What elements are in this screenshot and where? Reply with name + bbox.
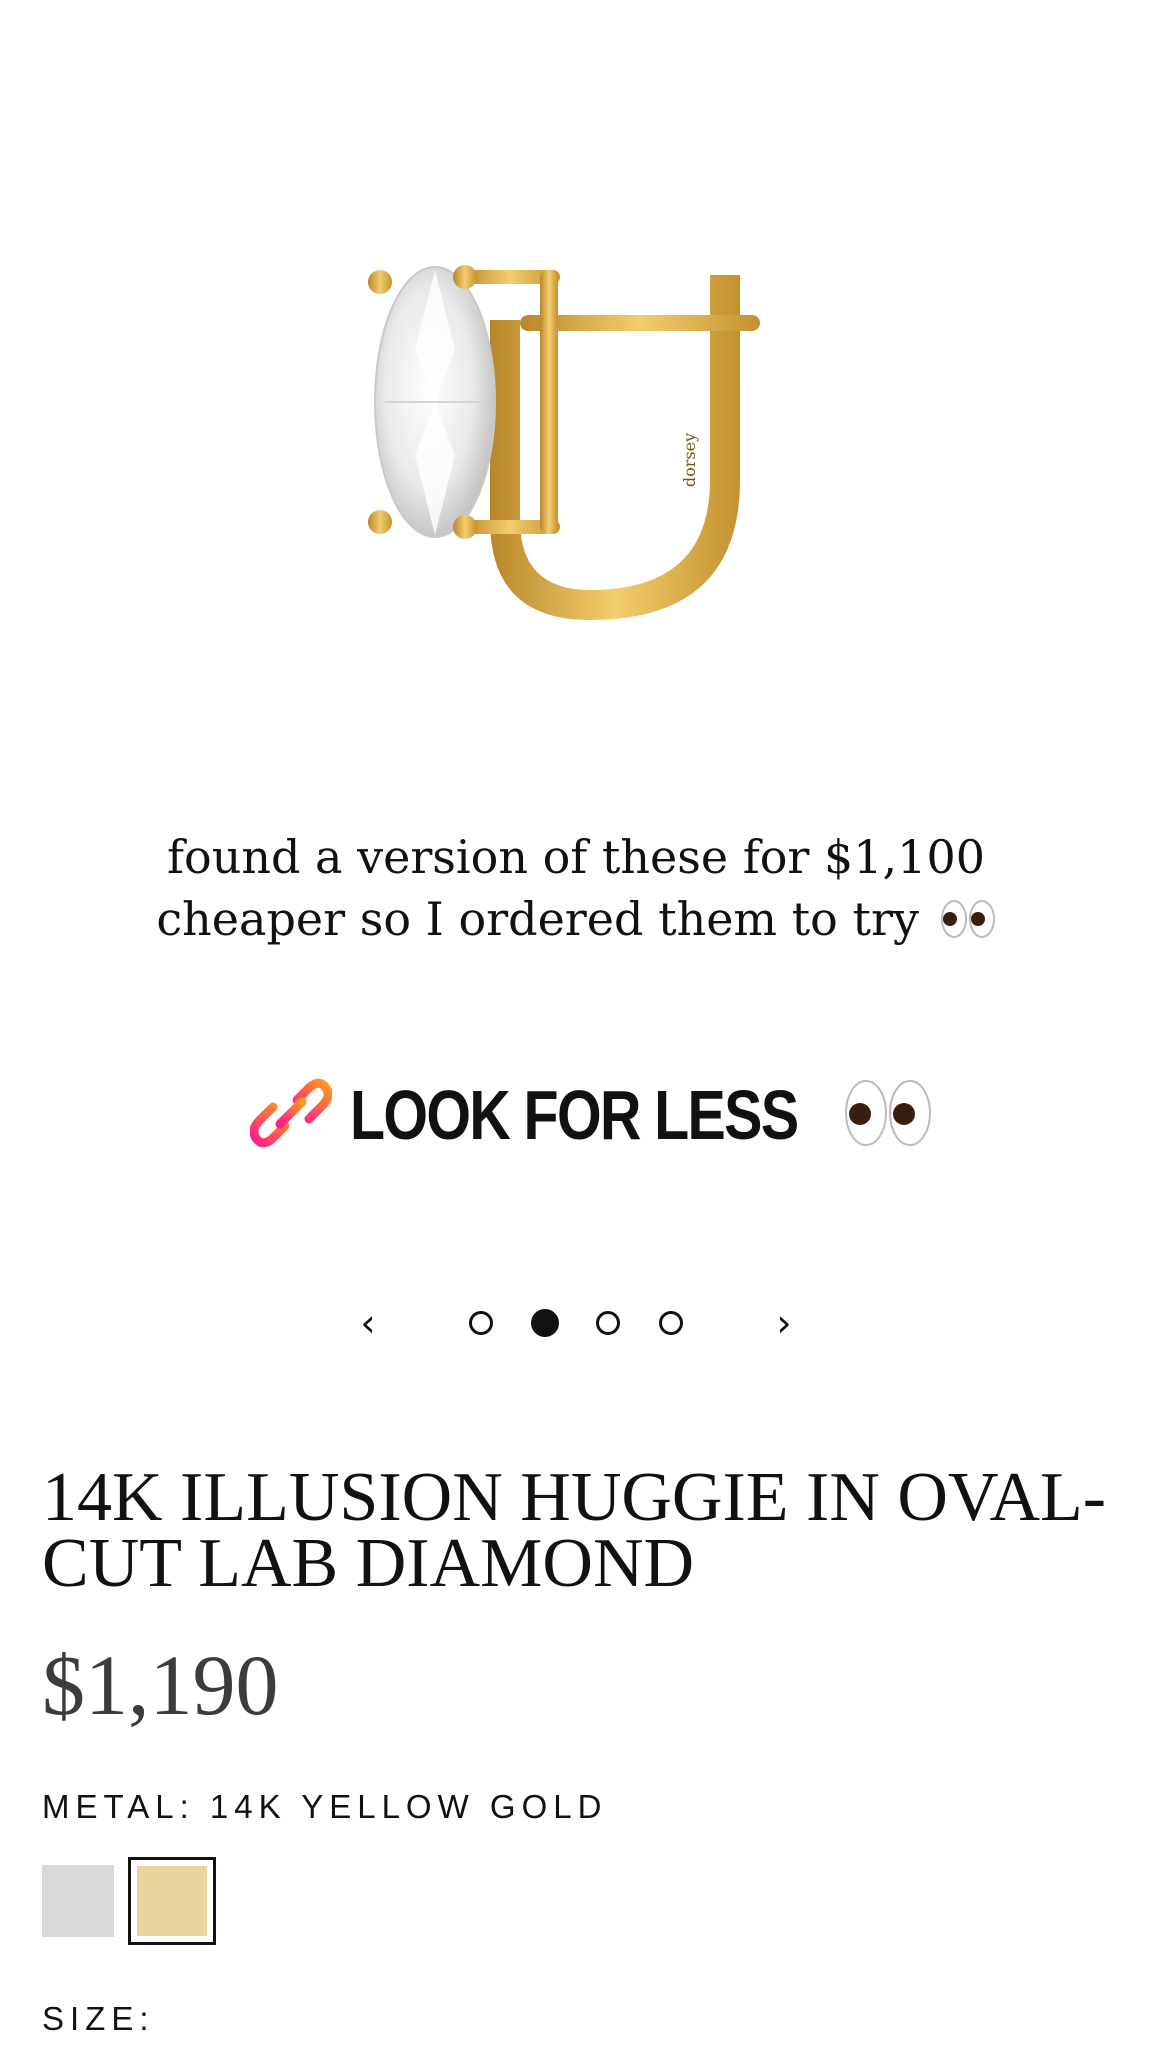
chevron-right-icon[interactable]: › — [764, 1298, 804, 1348]
carousel-dot-2[interactable] — [531, 1309, 559, 1337]
swatch-silver[interactable] — [42, 1865, 114, 1937]
chevron-left-icon[interactable]: ‹ — [348, 1298, 388, 1348]
product-title: 14K ILLUSION HUGGIE IN OVAL-CUT LAB DIAM… — [42, 1459, 1107, 1602]
caption-line-2: cheaper so I ordered them to try — [156, 892, 919, 946]
carousel-dot-1[interactable] — [469, 1311, 493, 1335]
caption-line-1: found a version of these for $1,100 — [167, 830, 985, 884]
link-sticker[interactable]: LOOK FOR LESS — [249, 1070, 934, 1160]
eyes-emoji-icon — [940, 892, 996, 954]
story-caption: found a version of these for $1,100 chea… — [60, 826, 1092, 954]
link-sticker-label: LOOK FOR LESS — [350, 1076, 799, 1154]
metal-label: METAL: 14K YELLOW GOLD — [42, 1788, 608, 1825]
swatch-yellow-gold-fill — [137, 1866, 207, 1936]
product-image: dorsey — [340, 230, 800, 630]
carousel-dot-4[interactable] — [659, 1311, 683, 1335]
swatch-yellow-gold[interactable] — [128, 1857, 216, 1945]
link-icon — [249, 1072, 333, 1158]
eyes-emoji-icon — [844, 1078, 934, 1152]
svg-text:dorsey: dorsey — [680, 433, 699, 487]
size-label: SIZE: — [42, 2000, 155, 2037]
carousel-dot-3[interactable] — [596, 1311, 620, 1335]
product-price: $1,190 — [42, 1637, 279, 1733]
